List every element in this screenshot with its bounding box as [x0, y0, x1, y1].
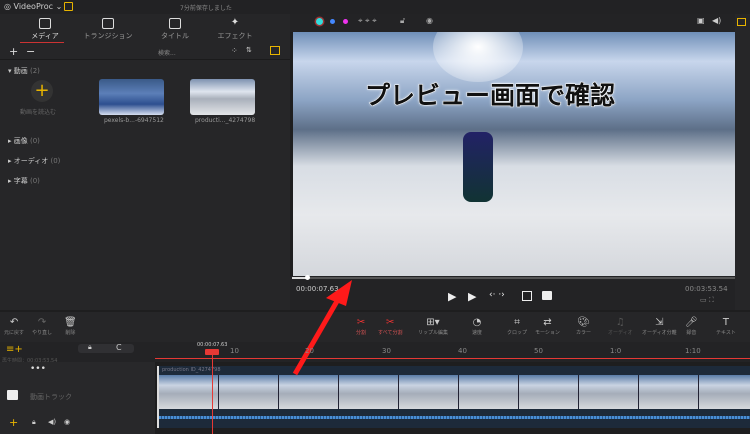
- ruler-label: 1:10: [685, 347, 701, 355]
- annotation-arrow: [292, 280, 352, 376]
- ruler-label: 1:0: [610, 347, 622, 355]
- arrow-head: [326, 280, 352, 306]
- ruler-label: 30: [382, 347, 391, 355]
- arrow-shaft: [292, 294, 343, 376]
- ruler-label: 10: [230, 347, 239, 355]
- ruler-label: 50: [534, 347, 543, 355]
- ruler-label: 40: [458, 347, 467, 355]
- ruler-label: 20: [305, 347, 314, 355]
